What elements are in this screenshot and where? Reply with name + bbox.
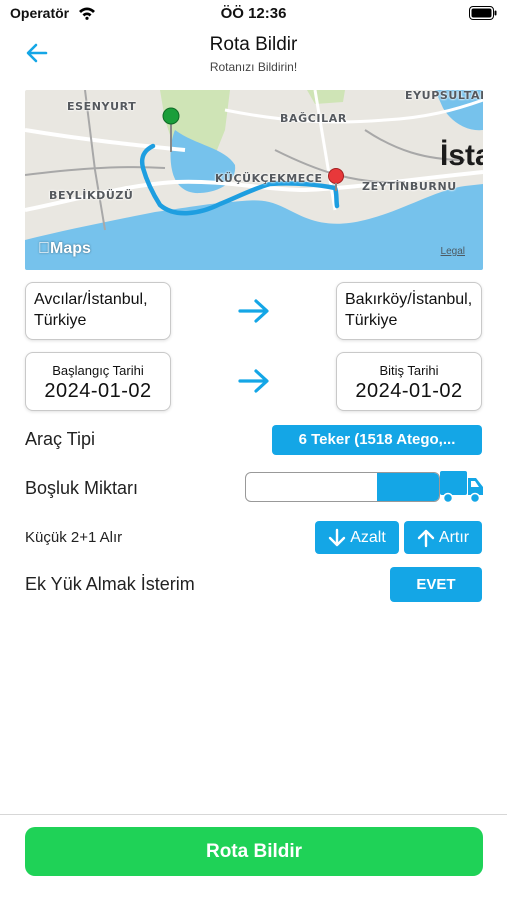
decrease-label: Azalt: [350, 528, 386, 546]
start-date-label: Başlangıç Tarihi: [52, 363, 144, 378]
end-date-value: 2024-01-02: [355, 380, 463, 402]
destination-field[interactable]: Bakırköy/İstanbul, Türkiye: [336, 282, 482, 340]
vehicle-type-label: Araç Tipi: [25, 429, 96, 449]
extra-load-label: Ek Yük Almak İsterim: [25, 574, 195, 594]
date-arrow-icon: [238, 369, 269, 393]
space-amount-slider[interactable]: [245, 472, 440, 502]
map-legal-link[interactable]: Legal: [441, 246, 465, 257]
page-title: Rota Bildir: [209, 34, 298, 55]
battery-icon: [469, 6, 497, 20]
truck-icon: [440, 471, 483, 504]
map-label-beylikduzu: BEYLİKDÜZÜ: [49, 189, 134, 202]
clock: ÖÖ 12:36: [220, 5, 287, 22]
map-label-eyupsultan: EYUPSULTAN: [405, 90, 483, 102]
increase-button[interactable]: Artır: [404, 521, 482, 554]
map-label-esenyurt: ESENYURT: [67, 100, 137, 113]
maps-brand-text: Maps: [38, 240, 91, 257]
arrow-down-icon: [329, 528, 346, 546]
end-date-field[interactable]: Bitiş Tarihi 2024-01-02: [336, 352, 482, 411]
submit-route-button[interactable]: Rota Bildir: [25, 827, 483, 876]
vehicle-type-select[interactable]: 6 Teker (1518 Atego,...: [272, 425, 482, 455]
arrow-up-icon: [417, 529, 435, 547]
map-label-kucukcekmece: KÜÇÜKÇEKMECE: [215, 172, 323, 185]
origin-field[interactable]: Avcılar/İstanbul, Türkiye: [25, 282, 171, 340]
space-amount-label: Boşluk Miktarı: [25, 478, 139, 498]
increase-label: Artır: [438, 528, 470, 546]
end-date-label: Bitiş Tarihi: [379, 363, 439, 378]
decrease-button[interactable]: Azalt: [315, 521, 399, 554]
nav-bar: Rota Bildir Rotanızı Bildirin!: [0, 28, 507, 84]
origin-text: Avcılar/İstanbul, Türkiye: [34, 291, 148, 329]
status-bar: Operatör ÖÖ 12:36: [0, 0, 507, 28]
small-count-label: Küçük 2+1 Alır: [25, 529, 123, 546]
route-arrow-icon: [238, 299, 269, 323]
space-amount-fill: [377, 473, 439, 501]
destination-text: Bakırköy/İstanbul, Türkiye: [345, 291, 473, 329]
start-date-value: 2024-01-02: [44, 380, 152, 402]
map-label-zeytinburnu: ZEYTİNBURNU: [362, 180, 457, 193]
apple-maps-logo: Maps: [38, 240, 91, 258]
start-date-field[interactable]: Başlangıç Tarihi 2024-01-02: [25, 352, 171, 411]
page-subtitle: Rotanızı Bildirin!: [209, 60, 298, 74]
extra-load-toggle[interactable]: EVET: [390, 567, 482, 602]
route-map[interactable]: ESENYURT EYUPSULTAN BAĞCILAR BEYLİKDÜZÜ …: [25, 90, 483, 270]
map-label-bagcilar: BAĞCILAR: [280, 112, 347, 125]
map-label-istanbul: İsta: [440, 139, 483, 172]
bottom-divider: [0, 814, 507, 815]
